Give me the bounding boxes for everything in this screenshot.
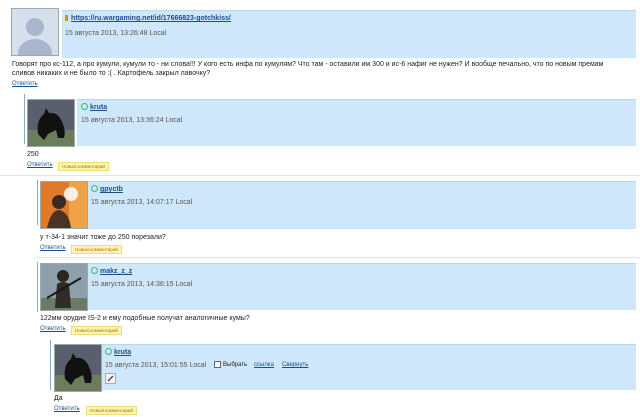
user-icon xyxy=(81,103,88,110)
username-link[interactable]: gpyctb xyxy=(100,186,123,193)
username-row: makz_z_z xyxy=(91,267,132,275)
wolf-avatar-icon xyxy=(28,100,74,146)
thread-line xyxy=(24,94,25,144)
permalink[interactable]: ссылка xyxy=(254,362,274,368)
comment-text: 250 xyxy=(27,151,39,158)
comment-text: у т-34-1 значит тоже до 250 порезали? xyxy=(40,234,166,241)
thread-line xyxy=(50,340,51,390)
user-profile-link[interactable]: https://ru.wargaming.net/id/17666823-got… xyxy=(71,15,231,22)
avatar-makz[interactable] xyxy=(40,263,88,311)
reply-link[interactable]: Ответить xyxy=(27,162,53,168)
comment-text: Говорят про кс-112, а про кумули, кумули… xyxy=(12,61,604,77)
reply-link[interactable]: Ответить xyxy=(40,245,66,251)
reply-link[interactable]: Ответить xyxy=(54,406,80,412)
comment-date: 15 августа 2013, 13:36:24 Local xyxy=(81,117,183,124)
user-icon xyxy=(91,267,98,274)
comment-text: 122мм орудие IS-2 и ему подобные получат… xyxy=(40,315,250,322)
avatar-default[interactable] xyxy=(11,8,59,56)
tools-icon-button[interactable] xyxy=(105,373,116,384)
avatar-kruta[interactable] xyxy=(54,344,102,392)
collapse-link[interactable]: Свернуть xyxy=(282,362,308,368)
user-link-row: https://ru.wargaming.net/id/17666823-got… xyxy=(65,15,231,22)
user-icon xyxy=(105,348,112,355)
select-label: Выбрать xyxy=(223,362,248,368)
user-icon xyxy=(91,185,98,192)
username-link[interactable]: kruta xyxy=(90,104,107,111)
new-comment-badge: Новый комментарий xyxy=(58,162,109,171)
separator xyxy=(37,257,640,258)
comment-text: Да xyxy=(54,395,63,402)
comment-date: 15 августа 2013, 13:26:48 Local xyxy=(65,30,167,37)
comment-date: 15 августа 2013, 14:36:15 Local xyxy=(91,281,193,288)
wolf-avatar-icon xyxy=(55,345,101,391)
username-link[interactable]: kruta xyxy=(114,349,131,356)
thread-line xyxy=(37,262,38,312)
select-checkbox[interactable] xyxy=(214,361,221,368)
thread-line xyxy=(37,180,38,225)
username-row: gpyctb xyxy=(91,185,123,193)
username-row: kruta xyxy=(81,103,107,111)
username-row: kruta xyxy=(105,348,131,356)
avatar-gpyctb[interactable] xyxy=(40,181,88,229)
new-comment-badge: Новый комментарий xyxy=(71,245,122,254)
reply-link[interactable]: Ответить xyxy=(40,326,66,332)
new-comment-badge: Новый комментарий xyxy=(86,406,137,415)
wrench-icon xyxy=(107,375,114,382)
soldier-avatar-icon xyxy=(41,264,87,310)
warning-icon xyxy=(65,15,68,21)
reply-link[interactable]: Ответить xyxy=(12,81,38,87)
comment-date: 15 августа 2013, 14:07:17 Local xyxy=(91,199,193,206)
user-silhouette-icon xyxy=(12,9,58,55)
separator xyxy=(0,175,640,176)
comment-date: 15 августа 2013, 15:01:55 Local xyxy=(105,362,207,369)
new-comment-badge: Новый комментарий xyxy=(71,326,122,335)
avatar-kruta[interactable] xyxy=(27,99,75,147)
portrait-avatar-icon xyxy=(41,182,87,228)
username-link[interactable]: makz_z_z xyxy=(100,268,132,275)
